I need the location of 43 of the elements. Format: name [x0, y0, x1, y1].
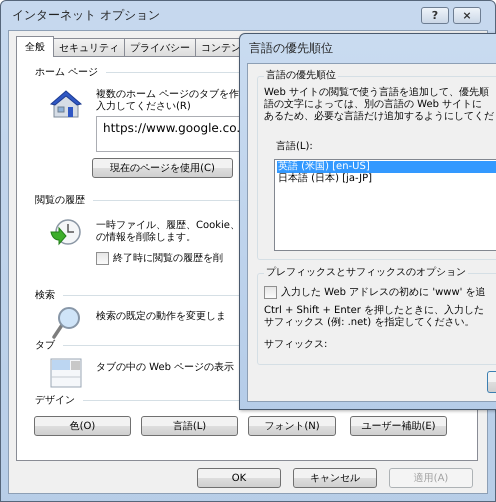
- window-title: インターネット オプション: [12, 7, 160, 24]
- dialog-button[interactable]: OK: [197, 468, 281, 488]
- checkbox-label: 入力した Web アドレスの初めに 'www' を追: [281, 286, 486, 298]
- tab[interactable]: 全般: [16, 36, 54, 57]
- checkbox-label: 終了時に閲覧の履歴を削: [113, 252, 223, 264]
- search-icon: [50, 306, 80, 340]
- design-button[interactable]: ユーザー補助(E): [350, 416, 447, 436]
- design-button[interactable]: 言語(L): [141, 416, 238, 436]
- url-text: https://www.google.co.: [103, 121, 240, 135]
- description-text: 複数のホーム ページのタブを作: [96, 89, 240, 100]
- description-text: の情報を削除します。: [96, 232, 196, 244]
- description-text: 一時ファイル、履歴、Cookie、: [96, 220, 240, 232]
- design-button[interactable]: 色(O): [34, 416, 131, 436]
- description-text: 語の文字によっては、別の言語の Web サイトに: [264, 99, 482, 110]
- checkbox[interactable]: [96, 252, 109, 265]
- checkbox[interactable]: [264, 286, 277, 299]
- description-text: Ctrl + Shift + Enter を押したときに、入力した: [264, 305, 484, 316]
- dialog-button[interactable]: キャンセル: [293, 468, 377, 488]
- language-list[interactable]: 英語 (米国) [en-US] 日本語 (日本) [ja-JP]: [274, 159, 496, 251]
- tab[interactable]: セキュリティ: [53, 38, 125, 56]
- clock-icon: [50, 218, 82, 248]
- section-heading: タブ: [35, 338, 55, 352]
- description-text: サフィックス (例: .net) を指定してください。: [264, 317, 476, 329]
- section-heading: ホーム ページ: [35, 66, 98, 79]
- help-button[interactable]: ?: [421, 7, 449, 24]
- use-current-button[interactable]: 現在のページを使用(C): [92, 158, 233, 178]
- language-item[interactable]: 日本語 (日本) [ja-JP]: [277, 173, 496, 185]
- design-button[interactable]: フォント(N): [248, 416, 336, 436]
- description-text: 入力してください(R): [96, 101, 191, 113]
- close-button[interactable]: ×: [453, 7, 481, 24]
- description-text: タブの中の Web ページの表示: [96, 362, 234, 374]
- section-heading: デザイン: [35, 394, 75, 407]
- dialog-title: 言語の優先順位: [249, 40, 333, 57]
- tab[interactable]: プライバシー: [124, 38, 196, 56]
- suffix-label: サフィックス:: [264, 339, 328, 351]
- section-heading: 閲覧の履歴: [35, 194, 85, 207]
- section-heading: 検索: [35, 288, 55, 302]
- tabs-icon: [50, 358, 82, 388]
- group-label: 言語の優先順位: [264, 70, 338, 82]
- house-icon: [48, 89, 82, 119]
- group-label: プレフィックスとサフィックスのオプション: [264, 267, 468, 279]
- description-text: Web サイトの閲覧で使う言語を追加して、優先順: [264, 87, 489, 98]
- description-text: 検索の既定の動作を変更しま: [96, 311, 226, 323]
